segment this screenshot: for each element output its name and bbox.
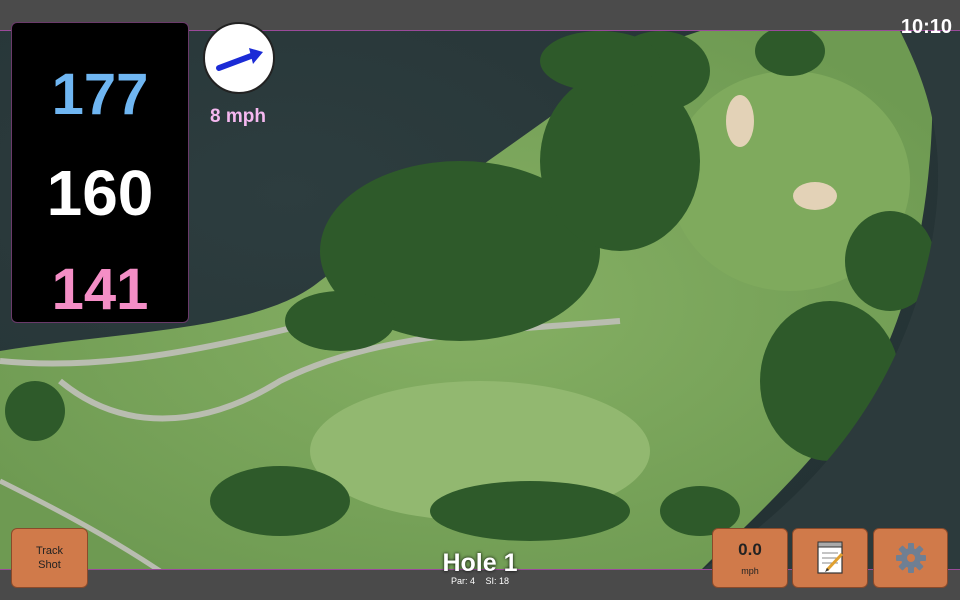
gear-icon xyxy=(895,543,926,573)
notes-button[interactable] xyxy=(792,528,868,588)
speed-button[interactable]: 0.0 mph xyxy=(712,528,788,588)
hole-par: Par: 4 xyxy=(450,576,475,586)
clock: 10:10 xyxy=(900,16,952,38)
wind-indicator xyxy=(203,22,275,94)
notepad-icon xyxy=(817,541,844,574)
settings-button[interactable] xyxy=(873,528,948,588)
speed-value: 0.0 xyxy=(738,540,762,559)
hole-si: SI: 18 xyxy=(485,576,510,586)
distance-panel: 177 160 141 xyxy=(11,22,189,323)
track-shot-button[interactable]: Track Shot xyxy=(11,528,88,588)
middle-distance: 160 xyxy=(46,157,154,229)
hole-meta: Par: 4 SI: 18 xyxy=(380,576,580,586)
wind-arrow-icon xyxy=(216,48,263,71)
front-distance: 141 xyxy=(51,257,149,322)
wind-speed: 8 mph xyxy=(210,106,266,127)
track-shot-label: Track Shot xyxy=(35,545,64,571)
hole-title: Hole 1 xyxy=(442,549,518,577)
back-distance: 177 xyxy=(51,62,149,127)
speed-unit: mph xyxy=(741,566,759,576)
